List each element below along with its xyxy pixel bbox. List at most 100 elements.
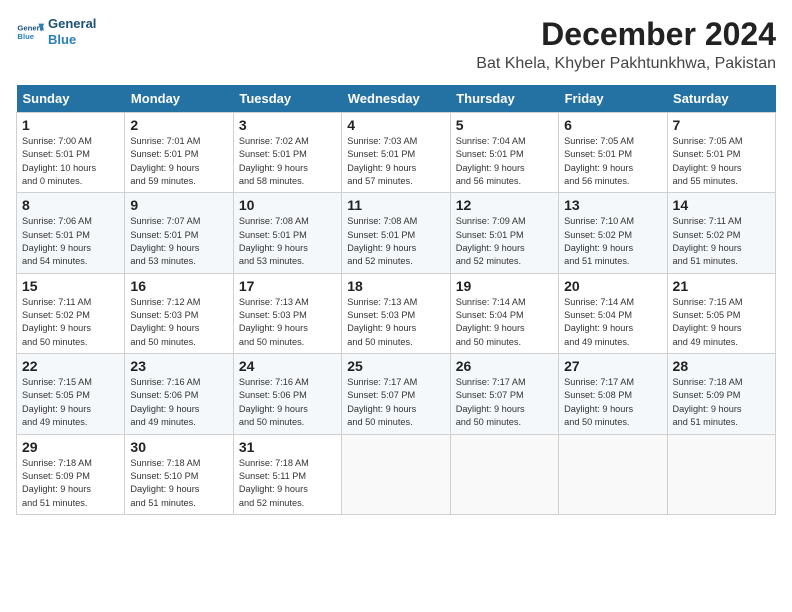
calendar-cell: 20 Sunrise: 7:14 AM Sunset: 5:04 PM Dayli…: [559, 273, 667, 353]
day-number: 30: [130, 439, 227, 455]
calendar-cell: 7 Sunrise: 7:05 AM Sunset: 5:01 PM Daylig…: [667, 113, 775, 193]
calendar-cell: [450, 434, 558, 514]
day-info: Sunrise: 7:15 AM Sunset: 5:05 PM Dayligh…: [22, 376, 119, 429]
day-number: 12: [456, 197, 553, 213]
calendar-cell: 2Sunrise: 7:01 AM Sunset: 5:01 PM Daylig…: [125, 113, 233, 193]
day-info: Sunrise: 7:18 AM Sunset: 5:09 PM Dayligh…: [673, 376, 770, 429]
day-info: Sunrise: 7:17 AM Sunset: 5:08 PM Dayligh…: [564, 376, 661, 429]
day-number: 15: [22, 278, 119, 294]
calendar-cell: 10 Sunrise: 7:08 AM Sunset: 5:01 PM Dayli…: [233, 193, 341, 273]
column-header-friday: Friday: [559, 85, 667, 113]
column-header-tuesday: Tuesday: [233, 85, 341, 113]
day-number: 23: [130, 358, 227, 374]
calendar-cell: 15Sunrise: 7:11 AM Sunset: 5:02 PM Dayli…: [17, 273, 125, 353]
day-number: 24: [239, 358, 336, 374]
logo-blue: Blue: [48, 32, 96, 48]
day-info: Sunrise: 7:08 AM Sunset: 5:01 PM Dayligh…: [347, 215, 444, 268]
day-number: 2: [130, 117, 227, 133]
calendar-cell: 6Sunrise: 7:05 AM Sunset: 5:01 PM Daylig…: [559, 113, 667, 193]
calendar-cell: 5Sunrise: 7:04 AM Sunset: 5:01 PM Daylig…: [450, 113, 558, 193]
calendar-week-3: 15Sunrise: 7:11 AM Sunset: 5:02 PM Dayli…: [17, 273, 776, 353]
day-number: 10: [239, 197, 336, 213]
day-info: Sunrise: 7:18 AM Sunset: 5:09 PM Dayligh…: [22, 457, 119, 510]
day-info: Sunrise: 7:17 AM Sunset: 5:07 PM Dayligh…: [456, 376, 553, 429]
calendar-cell: 13 Sunrise: 7:10 AM Sunset: 5:02 PM Dayli…: [559, 193, 667, 273]
day-info: Sunrise: 7:02 AM Sunset: 5:01 PM Dayligh…: [239, 135, 336, 188]
day-number: 16: [130, 278, 227, 294]
day-number: 28: [673, 358, 770, 374]
day-number: 9: [130, 197, 227, 213]
column-header-wednesday: Wednesday: [342, 85, 450, 113]
calendar-cell: 31 Sunrise: 7:18 AM Sunset: 5:11 PM Dayli…: [233, 434, 341, 514]
title-section: December 2024 Bat Khela, Khyber Pakhtunk…: [476, 16, 776, 73]
day-info: Sunrise: 7:17 AM Sunset: 5:07 PM Dayligh…: [347, 376, 444, 429]
day-number: 31: [239, 439, 336, 455]
day-info: Sunrise: 7:18 AM Sunset: 5:10 PM Dayligh…: [130, 457, 227, 510]
calendar-cell: 9 Sunrise: 7:07 AM Sunset: 5:01 PM Daylig…: [125, 193, 233, 273]
day-number: 29: [22, 439, 119, 455]
day-number: 27: [564, 358, 661, 374]
day-info: Sunrise: 7:10 AM Sunset: 5:02 PM Dayligh…: [564, 215, 661, 268]
day-number: 25: [347, 358, 444, 374]
day-number: 17: [239, 278, 336, 294]
day-number: 22: [22, 358, 119, 374]
calendar-cell: 12Sunrise: 7:09 AM Sunset: 5:01 PM Dayli…: [450, 193, 558, 273]
day-info: Sunrise: 7:11 AM Sunset: 5:02 PM Dayligh…: [673, 215, 770, 268]
calendar-week-5: 29 Sunrise: 7:18 AM Sunset: 5:09 PM Dayli…: [17, 434, 776, 514]
calendar-week-4: 22 Sunrise: 7:15 AM Sunset: 5:05 PM Dayli…: [17, 354, 776, 434]
day-number: 3: [239, 117, 336, 133]
svg-text:Blue: Blue: [17, 32, 34, 41]
column-header-saturday: Saturday: [667, 85, 775, 113]
calendar-title: December 2024: [476, 16, 776, 53]
day-info: Sunrise: 7:13 AM Sunset: 5:03 PM Dayligh…: [347, 296, 444, 349]
calendar-cell: [342, 434, 450, 514]
day-info: Sunrise: 7:08 AM Sunset: 5:01 PM Dayligh…: [239, 215, 336, 268]
day-number: 7: [673, 117, 770, 133]
calendar-cell: [667, 434, 775, 514]
calendar-cell: 16 Sunrise: 7:12 AM Sunset: 5:03 PM Dayli…: [125, 273, 233, 353]
column-header-monday: Monday: [125, 85, 233, 113]
calendar-cell: 21 Sunrise: 7:15 AM Sunset: 5:05 PM Dayli…: [667, 273, 775, 353]
day-info: Sunrise: 7:14 AM Sunset: 5:04 PM Dayligh…: [564, 296, 661, 349]
day-info: Sunrise: 7:00 AM Sunset: 5:01 PM Dayligh…: [22, 135, 119, 188]
day-number: 14: [673, 197, 770, 213]
calendar-cell: 8 Sunrise: 7:06 AM Sunset: 5:01 PM Daylig…: [17, 193, 125, 273]
day-info: Sunrise: 7:15 AM Sunset: 5:05 PM Dayligh…: [673, 296, 770, 349]
calendar-cell: 22 Sunrise: 7:15 AM Sunset: 5:05 PM Dayli…: [17, 354, 125, 434]
calendar-cell: 19 Sunrise: 7:14 AM Sunset: 5:04 PM Dayli…: [450, 273, 558, 353]
logo-icon: General Blue: [16, 18, 44, 46]
calendar-cell: 1 Sunrise: 7:00 AM Sunset: 5:01 PM Daylig…: [17, 113, 125, 193]
calendar-cell: 14 Sunrise: 7:11 AM Sunset: 5:02 PM Dayli…: [667, 193, 775, 273]
day-number: 13: [564, 197, 661, 213]
day-info: Sunrise: 7:18 AM Sunset: 5:11 PM Dayligh…: [239, 457, 336, 510]
day-number: 21: [673, 278, 770, 294]
calendar-cell: 26Sunrise: 7:17 AM Sunset: 5:07 PM Dayli…: [450, 354, 558, 434]
day-info: Sunrise: 7:06 AM Sunset: 5:01 PM Dayligh…: [22, 215, 119, 268]
day-info: Sunrise: 7:12 AM Sunset: 5:03 PM Dayligh…: [130, 296, 227, 349]
column-header-thursday: Thursday: [450, 85, 558, 113]
day-number: 11: [347, 197, 444, 213]
calendar-cell: 29 Sunrise: 7:18 AM Sunset: 5:09 PM Dayli…: [17, 434, 125, 514]
day-number: 20: [564, 278, 661, 294]
day-number: 1: [22, 117, 119, 133]
day-info: Sunrise: 7:07 AM Sunset: 5:01 PM Dayligh…: [130, 215, 227, 268]
day-number: 5: [456, 117, 553, 133]
day-info: Sunrise: 7:03 AM Sunset: 5:01 PM Dayligh…: [347, 135, 444, 188]
calendar-cell: 30 Sunrise: 7:18 AM Sunset: 5:10 PM Dayli…: [125, 434, 233, 514]
day-number: 6: [564, 117, 661, 133]
calendar-cell: 17Sunrise: 7:13 AM Sunset: 5:03 PM Dayli…: [233, 273, 341, 353]
day-info: Sunrise: 7:16 AM Sunset: 5:06 PM Dayligh…: [130, 376, 227, 429]
calendar-body: 1 Sunrise: 7:00 AM Sunset: 5:01 PM Daylig…: [17, 113, 776, 515]
day-number: 8: [22, 197, 119, 213]
calendar-cell: 23 Sunrise: 7:16 AM Sunset: 5:06 PM Dayli…: [125, 354, 233, 434]
day-info: Sunrise: 7:05 AM Sunset: 5:01 PM Dayligh…: [673, 135, 770, 188]
calendar-header-row: SundayMondayTuesdayWednesdayThursdayFrid…: [17, 85, 776, 113]
day-number: 19: [456, 278, 553, 294]
day-info: Sunrise: 7:14 AM Sunset: 5:04 PM Dayligh…: [456, 296, 553, 349]
calendar-table: SundayMondayTuesdayWednesdayThursdayFrid…: [16, 85, 776, 515]
calendar-cell: 11 Sunrise: 7:08 AM Sunset: 5:01 PM Dayli…: [342, 193, 450, 273]
calendar-cell: 3 Sunrise: 7:02 AM Sunset: 5:01 PM Daylig…: [233, 113, 341, 193]
calendar-cell: 28 Sunrise: 7:18 AM Sunset: 5:09 PM Dayli…: [667, 354, 775, 434]
calendar-cell: 25 Sunrise: 7:17 AM Sunset: 5:07 PM Dayli…: [342, 354, 450, 434]
day-number: 18: [347, 278, 444, 294]
